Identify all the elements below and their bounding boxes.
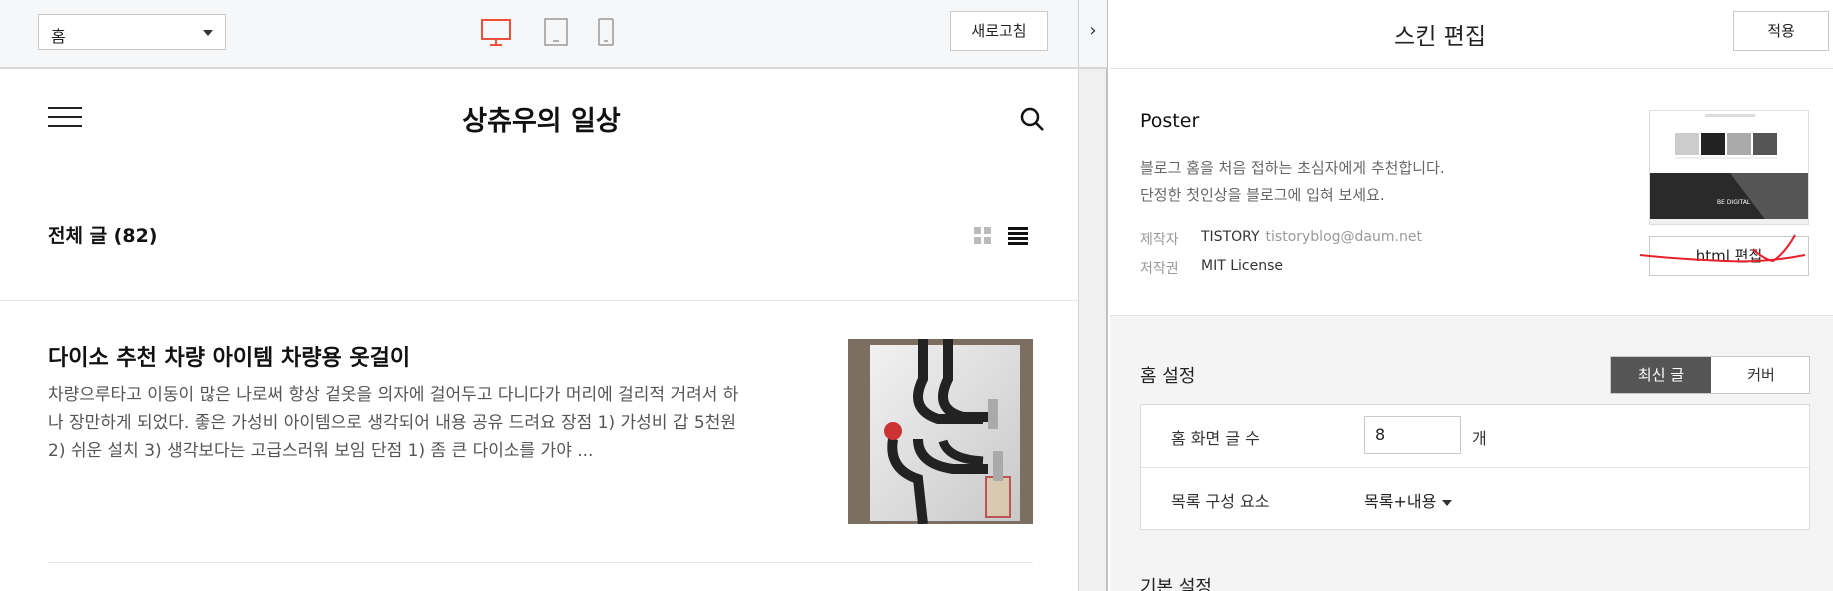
latest-posts-tab[interactable]: 최신 글 — [1611, 357, 1711, 393]
home-settings-section: 홈 설정 최신 글 커버 홈 화면 글 수 8 개 목록 구성 요소 목록+내용 — [1110, 315, 1833, 591]
cover-tab[interactable]: 커버 — [1711, 357, 1811, 393]
skin-preview-caption: BE DIGITAL — [1717, 199, 1751, 206]
chevron-down-icon — [203, 30, 213, 36]
preview-toolbar: 홈 새로고침 — [0, 0, 1078, 69]
skin-editor-screen: 홈 새로고침 상츄우의 일상 전체 글 (82) 다이소 추천 차량 아이템 차… — [0, 0, 1833, 591]
phone-icon[interactable] — [598, 18, 614, 46]
posts-count-unit: 개 — [1472, 429, 1487, 448]
skin-description-line: 블로그 홈을 처음 접하는 초심자에게 추천합니다. — [1140, 159, 1445, 177]
home-settings-title: 홈 설정 — [1140, 366, 1196, 387]
post-excerpt[interactable]: 차량으루타고 이동이 많은 나로써 항상 겉옷을 의자에 걸어두고 다니다가 머… — [48, 381, 748, 465]
blog-title[interactable]: 상츄우의 일상 — [0, 99, 1083, 138]
preview-pane: 홈 새로고침 상츄우의 일상 전체 글 (82) 다이소 추천 차량 아이템 차… — [0, 0, 1083, 591]
skin-editor-pane: 스킨 편집 적용 Poster 블로그 홈을 처음 접하는 초심자에게 추천합니… — [1110, 0, 1833, 591]
tablet-icon[interactable] — [543, 18, 569, 46]
page-select[interactable]: 홈 — [38, 14, 226, 50]
skin-name: Poster — [1140, 110, 1200, 132]
license-label: 저작권 — [1140, 261, 1179, 277]
author-label: 제작자 — [1140, 232, 1179, 248]
grid-view-icon[interactable] — [974, 227, 992, 245]
refresh-button[interactable]: 새로고침 — [950, 11, 1048, 51]
chevron-right-icon[interactable]: › — [1079, 0, 1107, 69]
page-select-value: 홈 — [51, 27, 66, 46]
monitor-icon[interactable] — [480, 18, 512, 48]
skin-info-section: Poster 블로그 홈을 처음 접하는 초심자에게 추천합니다. 단정한 첫인… — [1110, 70, 1833, 315]
list-component-row: 목록 구성 요소 목록+내용 — [1141, 467, 1809, 529]
section-title: 전체 글 (82) — [48, 225, 158, 247]
skin-editor-title: 스킨 편집 — [1394, 24, 1486, 50]
skin-preview-thumbnail: BE DIGITAL — [1649, 110, 1809, 225]
search-icon[interactable] — [1020, 107, 1046, 133]
author-value: TISTORY — [1201, 229, 1260, 245]
home-mode-toggle: 최신 글 커버 — [1610, 356, 1810, 394]
divider — [0, 300, 1083, 301]
blog-header: 상츄우의 일상 — [0, 71, 1083, 311]
list-view-icon[interactable] — [1008, 226, 1028, 246]
home-settings-box: 홈 화면 글 수 8 개 목록 구성 요소 목록+내용 — [1140, 404, 1810, 530]
list-component-value: 목록+내용 — [1364, 492, 1437, 511]
skin-editor-header: 스킨 편집 적용 — [1110, 0, 1833, 69]
skin-description: 블로그 홈을 처음 접하는 초심자에게 추천합니다. 단정한 첫인상을 블로그에… — [1140, 155, 1445, 209]
divider — [48, 562, 1033, 563]
hanger-photo — [848, 339, 1033, 524]
license-row: 저작권 MIT License — [1140, 258, 1283, 278]
author-row: 제작자 TISTORY tistoryblog@daum.net — [1140, 229, 1422, 249]
post-thumbnail[interactable] — [848, 339, 1033, 524]
skin-description-line: 단정한 첫인상을 블로그에 입혀 보세요. — [1140, 186, 1385, 204]
basic-settings-title: 기본 설정 — [1140, 577, 1212, 591]
red-annotation-mark — [1639, 234, 1806, 263]
post-title[interactable]: 다이소 추천 차량 아이템 차량용 옷걸이 — [48, 340, 410, 372]
panel-divider: › — [1078, 0, 1108, 591]
author-email: tistoryblog@daum.net — [1265, 229, 1422, 245]
posts-count-label: 홈 화면 글 수 — [1171, 429, 1260, 448]
list-component-select[interactable]: 목록+내용 — [1364, 488, 1453, 512]
license-value: MIT License — [1201, 258, 1283, 274]
caret-down-icon — [1442, 499, 1453, 506]
skin-preview-image: BE DIGITAL — [1650, 111, 1808, 224]
apply-button[interactable]: 적용 — [1733, 11, 1829, 51]
list-component-label: 목록 구성 요소 — [1171, 492, 1270, 511]
posts-count-input[interactable]: 8 — [1364, 416, 1461, 454]
posts-count-row: 홈 화면 글 수 8 개 — [1141, 405, 1809, 467]
